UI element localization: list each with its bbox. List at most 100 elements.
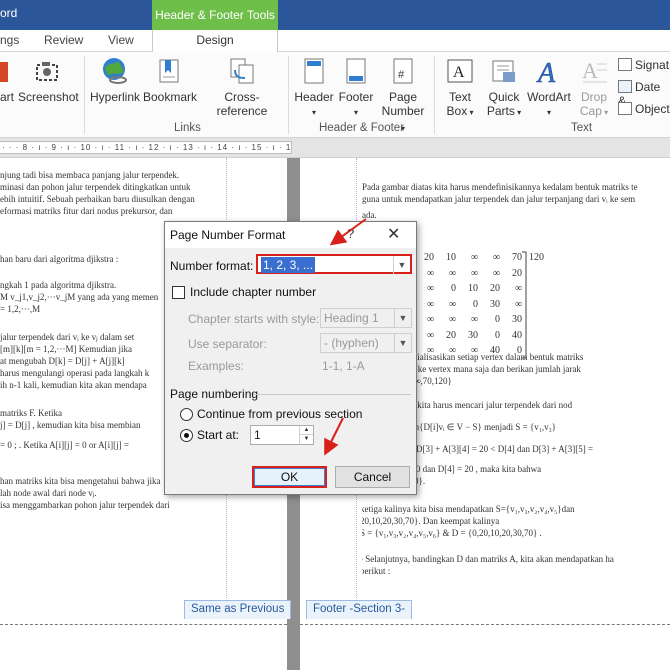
- tab-design[interactable]: Design: [152, 30, 278, 52]
- doc-line: ada.: [362, 210, 377, 220]
- doc-line: 20,10,20,30,70}. Dan keempat kalinya: [362, 516, 500, 526]
- doc-line: ketiga kalinya kita bisa mendapatkan S={…: [362, 504, 575, 514]
- chevron-down-icon[interactable]: ▼: [394, 334, 411, 352]
- doc-line: - Selanjutnya, bandingkan D dan matriks …: [362, 554, 614, 564]
- matrix-brackets: [408, 251, 527, 359]
- doc-line: guna untuk mendapatkan jalur terpendek d…: [362, 194, 636, 204]
- doc-line: jalur terpendek dari vᵢ ke vⱼ dalam set: [0, 332, 135, 342]
- examples-label: Examples:: [188, 359, 245, 373]
- same-as-previous-tag: Same as Previous: [184, 600, 292, 619]
- signature-icon: [618, 58, 632, 71]
- doc-line: = 1,2,···,M: [0, 304, 41, 314]
- tab-review[interactable]: Review: [44, 33, 83, 47]
- screenshot-icon: [36, 62, 58, 81]
- header-button[interactable]: Header ▾: [292, 56, 336, 120]
- separator-label: Use separator:: [188, 337, 267, 351]
- doc-line: harus mengulangi operasi pada langkah k: [0, 368, 150, 378]
- horizontal-ruler[interactable]: · · · 8 · ı · 9 · ı · 10 · ı · 11 · ı · …: [0, 138, 670, 158]
- chapter-style-label: Chapter starts with style:: [188, 312, 320, 326]
- globe-link-icon: [103, 58, 127, 84]
- ok-button[interactable]: OK: [252, 466, 327, 488]
- doc-line: minasi dan pohon jalur terpendek ditingk…: [0, 182, 191, 192]
- group-separator: [434, 56, 435, 134]
- header-footer-group-label: Header & Footer: [319, 122, 405, 134]
- hyperlink-button[interactable]: Hyperlink: [88, 56, 142, 104]
- page-numbering-label: Page numbering: [170, 387, 259, 401]
- start-at-radio[interactable]: [180, 429, 193, 442]
- tab-view[interactable]: View: [108, 33, 134, 47]
- svg-text:A: A: [536, 58, 556, 86]
- continue-radio[interactable]: [180, 408, 193, 421]
- doc-line: han baru dari algoritma djikstra :: [0, 254, 119, 264]
- doc-line: ebih intuitif. Sebuah perbaikan baru diu…: [0, 194, 195, 204]
- doc-line: Pada gambar diatas kita harus mendefinis…: [362, 182, 638, 192]
- quick-parts-button[interactable]: Quick Parts ▾: [484, 56, 524, 120]
- screenshot-button[interactable]: Screenshot: [18, 56, 79, 104]
- smartart-button[interactable]: art: [0, 56, 18, 104]
- drop-cap-button[interactable]: A Drop Cap ▾: [576, 56, 612, 120]
- svg-text:A: A: [453, 64, 465, 81]
- footer-icon: [346, 58, 366, 84]
- start-at-label[interactable]: Start at:: [197, 428, 239, 442]
- footer-boundary: [300, 624, 670, 625]
- bookmark-icon: [159, 59, 179, 83]
- doc-line: M v_j1,v_j2,···v_jM yang ada yang memen: [0, 292, 159, 302]
- bookmark-button[interactable]: Bookmark: [143, 56, 197, 104]
- cross-reference-button[interactable]: Cross-reference: [200, 56, 284, 118]
- section-divider: [253, 394, 411, 395]
- object-button[interactable]: Object: [618, 102, 670, 116]
- chapter-style-select[interactable]: Heading 1 ▼: [320, 308, 412, 328]
- page-number-format-dialog: Page Number Format ? ✕ Number format: 1,…: [164, 221, 417, 495]
- number-format-select[interactable]: 1, 2, 3, ... ▼: [256, 254, 412, 274]
- chevron-down-icon[interactable]: ▼: [393, 256, 410, 274]
- doc-line: ih n-1 kali, kemudian kita akan mendapa: [0, 380, 147, 390]
- cross-reference-icon: [230, 58, 254, 84]
- spin-up-icon[interactable]: ▲: [299, 426, 313, 435]
- doc-line: S = {v₁,v₃,v₂,v₄,v₅,v₆} & D = {0,20,10,2…: [362, 528, 542, 538]
- app-title: ord: [0, 6, 18, 20]
- spin-down-icon[interactable]: ▼: [299, 435, 313, 444]
- drop-cap-icon: A: [582, 58, 607, 83]
- tab-mailings[interactable]: ngs: [0, 33, 19, 47]
- include-chapter-checkbox[interactable]: [172, 286, 185, 299]
- group-separator: [288, 56, 289, 134]
- dialog-title: Page Number Format: [170, 228, 286, 242]
- title-bar: ord Header & Footer Tools: [0, 0, 670, 30]
- dialog-title-bar[interactable]: Page Number Format ? ✕: [165, 222, 416, 248]
- header-icon: [304, 58, 324, 84]
- calendar-icon: [618, 80, 632, 93]
- number-format-label: Number format:: [170, 259, 254, 273]
- doc-line: = 0 ; . Ketika A[i][j] = 0 or A[i][j] =: [0, 440, 129, 450]
- number-format-value: 1, 2, 3, ...: [261, 257, 316, 273]
- continue-label[interactable]: Continue from previous section: [197, 407, 362, 421]
- start-at-stepper[interactable]: 1 ▲ ▼: [250, 425, 314, 445]
- examples-value: 1-1, 1-A: [322, 359, 365, 373]
- cancel-button[interactable]: Cancel: [335, 466, 410, 488]
- signature-line-button[interactable]: Signat: [618, 58, 669, 72]
- help-icon[interactable]: ?: [347, 226, 354, 241]
- header-footer-tools-label: Header & Footer Tools: [152, 0, 278, 30]
- doc-line: berikut :: [362, 566, 391, 576]
- ribbon: art Screenshot Hyperlink Bookmark Cross-…: [0, 52, 670, 138]
- doc-line: ngkah 1 pada algoritma djikstra.: [0, 280, 117, 290]
- chevron-down-icon[interactable]: ▼: [394, 309, 411, 327]
- doc-line: han matriks kita bisa mengetahui bahwa j…: [0, 476, 161, 486]
- doc-line: at mengubah D[k] = D[j] + A[j][k]: [0, 356, 125, 366]
- object-icon: [618, 102, 632, 115]
- include-chapter-label[interactable]: Include chapter number: [190, 285, 316, 299]
- separator-select[interactable]: - (hyphen) ▼: [320, 333, 412, 353]
- quick-parts-icon: [492, 60, 515, 82]
- wordart-button[interactable]: A WordArt ▾: [525, 56, 573, 120]
- close-icon[interactable]: ✕: [387, 224, 400, 244]
- text-box-button[interactable]: A Text Box ▾: [440, 56, 480, 120]
- svg-text:#: #: [398, 69, 405, 81]
- doc-line: eformasi matriks fitur dari nodus prekur…: [0, 206, 173, 216]
- footer-button[interactable]: Footer ▾: [336, 56, 376, 120]
- doc-line: njung tadi bisa membaca panjang jalur te…: [0, 170, 180, 180]
- doc-line: j] = D[j] , kemudian kita bisa membian: [0, 420, 141, 430]
- text-group-label: Text: [571, 122, 593, 134]
- wordart-icon: A: [536, 58, 557, 86]
- footer-boundary: [0, 624, 287, 625]
- group-separator: [84, 56, 85, 134]
- svg-text:A: A: [582, 58, 598, 83]
